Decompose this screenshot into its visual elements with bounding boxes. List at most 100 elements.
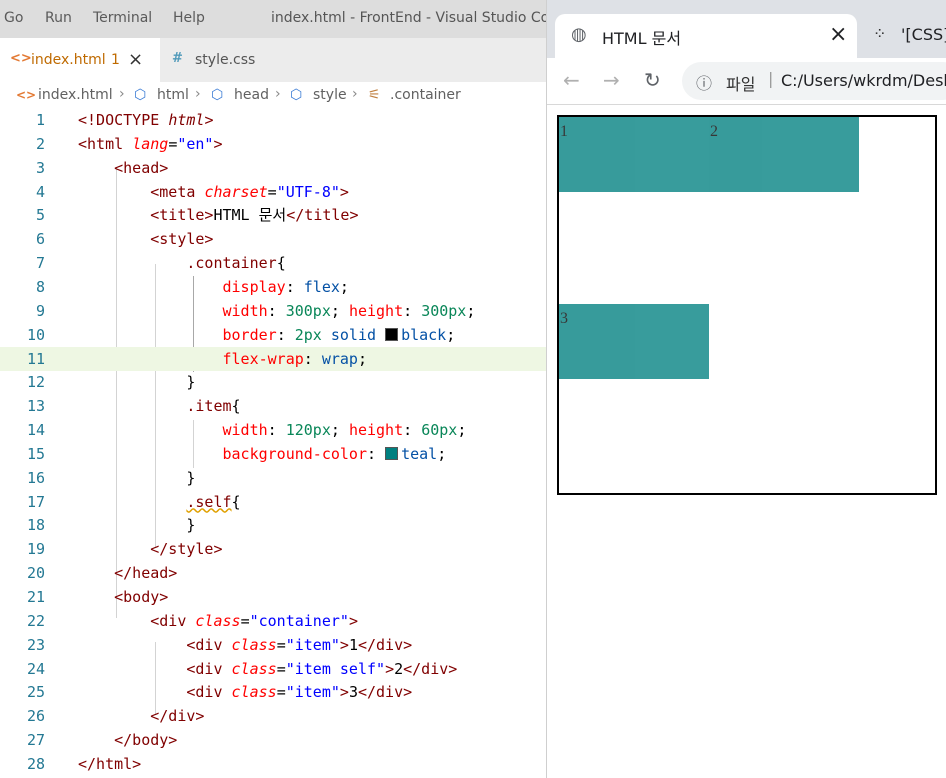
code-line[interactable]: 26 </div> bbox=[0, 704, 546, 728]
globe-icon: ◍ bbox=[571, 24, 587, 45]
code-text: border: 2px solid black; bbox=[222, 325, 456, 344]
code-text: </style> bbox=[150, 540, 223, 559]
line-number: 10 bbox=[26, 325, 45, 344]
close-icon[interactable]: × bbox=[829, 22, 847, 47]
window-title: index.html - FrontEnd - Visual Studio Co… bbox=[271, 10, 546, 26]
code-line[interactable]: 17 .self{ bbox=[0, 490, 546, 514]
info-icon: ⓘ bbox=[696, 74, 713, 93]
code-text: <meta charset="UTF-8"> bbox=[150, 182, 349, 201]
code-line[interactable]: 6 <style> bbox=[0, 227, 546, 251]
code-line[interactable]: 23 <div class="item">1</div> bbox=[0, 633, 546, 657]
menu-help[interactable]: Help bbox=[173, 10, 205, 26]
chevron-right-icon: › bbox=[275, 86, 281, 102]
code-line[interactable]: 3 <head> bbox=[0, 156, 546, 180]
code-line[interactable]: 24 <div class="item self">2</div> bbox=[0, 657, 546, 681]
line-number: 3 bbox=[35, 158, 45, 177]
browser-tab2-title: '[CSS] bbox=[901, 25, 946, 44]
breadcrumb: <> index.html › ⬡ html › ⬡ head › ⬡ styl… bbox=[0, 82, 546, 110]
code-text: </div> bbox=[150, 707, 205, 726]
code-line[interactable]: 10 border: 2px solid black; bbox=[0, 323, 546, 347]
line-number: 1 bbox=[35, 111, 45, 129]
chevron-right-icon: › bbox=[352, 86, 358, 102]
menu-go[interactable]: Go bbox=[4, 10, 23, 26]
code-line[interactable]: 11 flex-wrap: wrap; bbox=[0, 346, 546, 371]
breadcrumb-file[interactable]: index.html bbox=[38, 87, 113, 103]
tab-index-html[interactable]: <> index.html 1 × bbox=[0, 38, 160, 82]
code-line[interactable]: 28 </html> bbox=[0, 752, 546, 776]
code-line[interactable]: 7 .container{ bbox=[0, 251, 546, 275]
menu-run[interactable]: Run bbox=[45, 10, 72, 26]
line-number: 16 bbox=[26, 468, 45, 487]
code-line[interactable]: 19 </style> bbox=[0, 537, 546, 561]
code-line[interactable]: 4 <meta charset="UTF-8"> bbox=[0, 180, 546, 204]
code-line[interactable]: 21 <body> bbox=[0, 585, 546, 609]
code-text: <div class="container"> bbox=[150, 611, 358, 630]
problem-badge: 1 bbox=[111, 52, 120, 68]
line-number: 27 bbox=[26, 731, 45, 750]
code-line[interactable]: 15 background-color: teal; bbox=[0, 442, 546, 466]
code-line[interactable]: 12 } bbox=[0, 370, 546, 394]
editor-tabbar: <> index.html 1 × # style.css bbox=[0, 38, 546, 82]
line-number: 9 bbox=[35, 301, 45, 320]
tab-favicon-icon: ⁘ bbox=[873, 24, 887, 43]
code-line[interactable]: 1 <!DOCTYPE html> bbox=[0, 108, 546, 132]
code-line[interactable]: 8 display: flex; bbox=[0, 275, 546, 299]
code-text: <style> bbox=[150, 230, 214, 249]
line-number: 8 bbox=[35, 277, 45, 296]
code-text: <title>HTML 문서</title> bbox=[150, 206, 359, 225]
line-number: 23 bbox=[26, 635, 45, 654]
line-number: 13 bbox=[26, 397, 45, 416]
address-bar[interactable]: ⓘ 파일 | C:/Users/wkrdm/Desk bbox=[682, 62, 946, 100]
browser-tab-active[interactable]: ◍ HTML 문서 × bbox=[555, 14, 857, 58]
code-line[interactable]: 20 </head> bbox=[0, 561, 546, 585]
breadcrumb-style[interactable]: style bbox=[313, 87, 347, 103]
line-number: 7 bbox=[35, 254, 45, 273]
code-text: <body> bbox=[114, 588, 169, 606]
breadcrumb-container[interactable]: .container bbox=[390, 87, 461, 103]
code-line[interactable]: 16 } bbox=[0, 466, 546, 490]
code-text: <!DOCTYPE html> bbox=[78, 111, 214, 129]
code-line[interactable]: 27 </body> bbox=[0, 728, 546, 752]
browser-window: ◍ HTML 문서 × ⁘ '[CSS] ← → ↻ ⓘ 파일 | C:/Use… bbox=[546, 0, 946, 778]
breadcrumb-html[interactable]: html bbox=[157, 87, 189, 103]
code-text: } bbox=[186, 373, 196, 392]
line-number: 25 bbox=[26, 683, 45, 702]
vscode-window: Go Run Terminal Help index.html - FrontE… bbox=[0, 0, 546, 778]
back-arrow-icon[interactable]: ← bbox=[563, 68, 580, 92]
code-line[interactable]: 9 width: 300px; height: 300px; bbox=[0, 299, 546, 323]
code-text: width: 300px; height: 300px; bbox=[222, 301, 476, 320]
forward-arrow-icon[interactable]: → bbox=[603, 68, 620, 92]
browser-tab-2[interactable]: ⁘ '[CSS] bbox=[865, 14, 946, 58]
code-line[interactable]: 14 width: 120px; height: 60px; bbox=[0, 418, 546, 442]
code-line[interactable]: 2 <html lang="en"> bbox=[0, 132, 546, 156]
cube-icon: ⬡ bbox=[134, 87, 147, 103]
code-text: <div class="item">3</div> bbox=[186, 683, 413, 702]
code-text: background-color: teal; bbox=[222, 444, 447, 463]
tab-style-css[interactable]: # style.css bbox=[160, 38, 303, 82]
browser-tabstrip: ◍ HTML 문서 × ⁘ '[CSS] bbox=[547, 0, 946, 58]
reload-icon[interactable]: ↻ bbox=[644, 68, 661, 92]
code-line[interactable]: 5 <title>HTML 문서</title> bbox=[0, 203, 546, 227]
line-number: 17 bbox=[26, 492, 45, 511]
code-text: .container{ bbox=[186, 254, 286, 273]
browser-toolbar: ← → ↻ ⓘ 파일 | C:/Users/wkrdm/Desk bbox=[547, 58, 946, 105]
code-line[interactable]: 13 .item{ bbox=[0, 394, 546, 418]
line-number: 15 bbox=[26, 444, 45, 463]
menu-terminal[interactable]: Terminal bbox=[93, 10, 152, 26]
close-icon[interactable]: × bbox=[128, 49, 143, 70]
code-text: } bbox=[186, 516, 196, 535]
flex-item-2: 2 bbox=[709, 117, 859, 192]
html-icon: <> bbox=[10, 51, 32, 66]
code-editor[interactable]: 1 <!DOCTYPE html> 2 <html lang="en"> 3 <head… bbox=[0, 108, 546, 778]
html-icon: <> bbox=[16, 88, 37, 102]
code-line[interactable]: 25 <div class="item">3</div> bbox=[0, 680, 546, 704]
chevron-right-icon: › bbox=[119, 86, 125, 102]
line-number: 20 bbox=[26, 564, 45, 583]
line-number: 12 bbox=[26, 373, 45, 392]
code-line[interactable]: 18 } bbox=[0, 513, 546, 537]
flex-container: 1 2 3 bbox=[557, 115, 937, 495]
code-text: <head> bbox=[114, 158, 169, 177]
breadcrumb-head[interactable]: head bbox=[234, 87, 269, 103]
code-line[interactable]: 22 <div class="container"> bbox=[0, 609, 546, 633]
selector-icon: ⚟ bbox=[368, 87, 381, 103]
